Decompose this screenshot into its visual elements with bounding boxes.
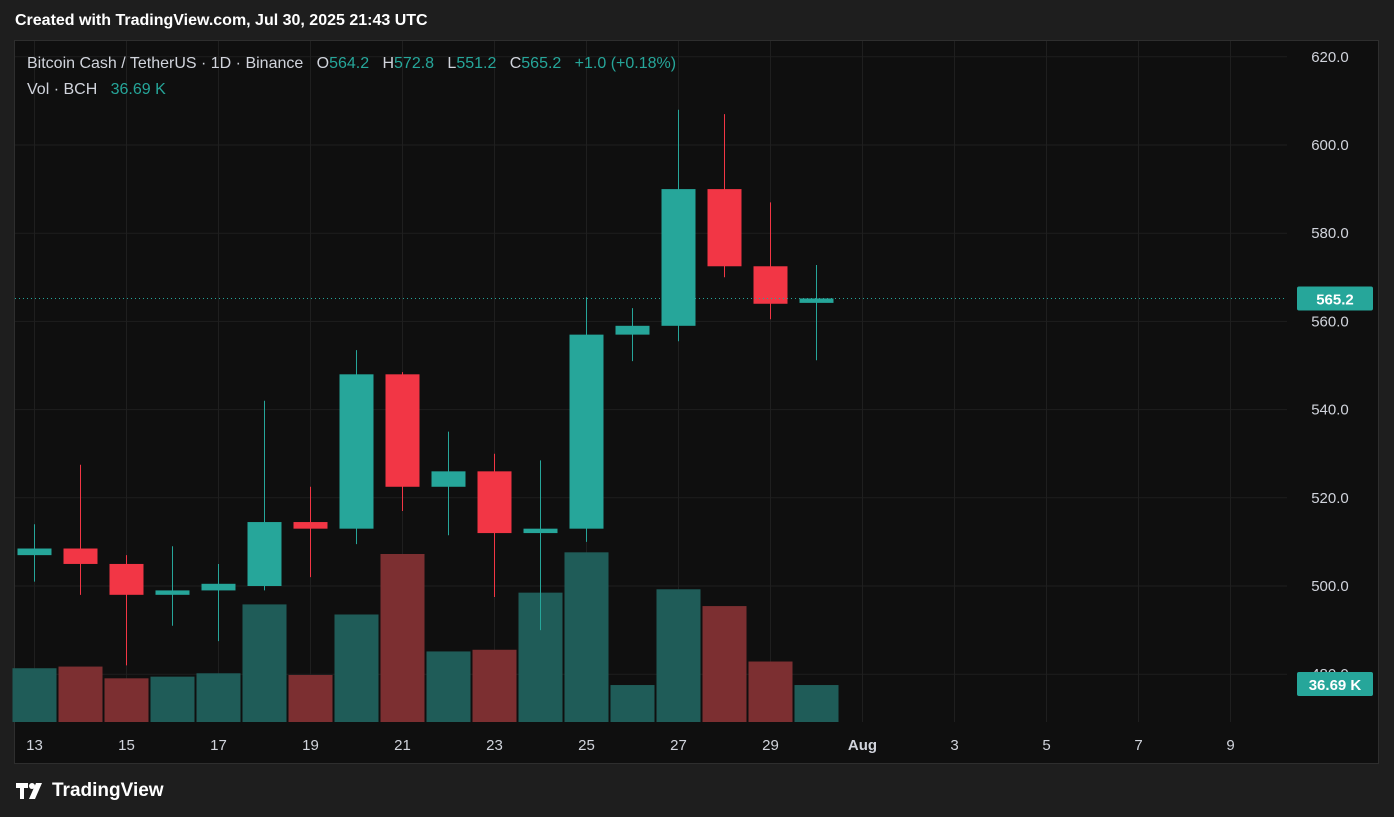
tradingview-brand[interactable]: TradingView bbox=[16, 780, 164, 802]
y-tick-label: 560.0 bbox=[1311, 313, 1349, 330]
candle bbox=[707, 114, 742, 278]
volume-bar bbox=[472, 649, 517, 722]
y-tick-label: 580.0 bbox=[1311, 225, 1349, 242]
volume-bar bbox=[426, 651, 471, 722]
candle-body bbox=[247, 522, 282, 586]
volume-bar bbox=[288, 674, 333, 722]
candle-body bbox=[293, 522, 328, 529]
last-price-badge: 565.2 bbox=[1297, 286, 1373, 311]
last-price-label: 565.2 bbox=[1316, 291, 1354, 308]
candle-body bbox=[799, 298, 834, 303]
candle-body bbox=[753, 266, 788, 304]
candle bbox=[339, 350, 374, 545]
volume-bar bbox=[564, 552, 609, 722]
x-tick-label: 29 bbox=[762, 737, 779, 754]
candle bbox=[63, 464, 98, 595]
candle-body bbox=[339, 374, 374, 529]
volume-bar bbox=[334, 614, 379, 722]
x-tick-label: 3 bbox=[950, 737, 958, 754]
candle-body bbox=[477, 471, 512, 534]
time-axis: 13 15 17 19 21 23 25 27 29 Aug 3 5 7 9 bbox=[26, 737, 1235, 754]
candle-body bbox=[707, 189, 742, 267]
volume-legend-row: Vol · BCH 36.69 K bbox=[27, 80, 676, 106]
x-tick-label: 17 bbox=[210, 737, 227, 754]
x-tick-label: 15 bbox=[118, 737, 135, 754]
x-tick-label: 27 bbox=[670, 737, 687, 754]
candle bbox=[247, 400, 282, 591]
candle bbox=[615, 308, 650, 362]
open-value: 564.2 bbox=[329, 55, 370, 72]
candle-body bbox=[385, 374, 420, 487]
candle-body bbox=[109, 563, 144, 595]
x-tick-label: 13 bbox=[26, 737, 43, 754]
low-value: 551.2 bbox=[456, 55, 497, 72]
candle-body bbox=[615, 325, 650, 335]
price-axis: 620.0600.0580.0560.0540.0520.0500.0480.0 bbox=[1311, 49, 1349, 683]
y-tick-label: 540.0 bbox=[1311, 402, 1349, 419]
y-tick-label: 620.0 bbox=[1311, 49, 1349, 66]
x-tick-label: 21 bbox=[394, 737, 411, 754]
volume-badge: 36.69 K bbox=[1297, 672, 1373, 696]
volume-bar bbox=[748, 661, 793, 722]
brand-name: TradingView bbox=[52, 780, 164, 801]
volume-bar bbox=[610, 685, 655, 722]
x-tick-label: 25 bbox=[578, 737, 595, 754]
candle bbox=[431, 431, 466, 536]
volume-label: 36.69 K bbox=[1309, 677, 1362, 694]
close-value: 565.2 bbox=[521, 55, 562, 72]
candle bbox=[17, 524, 52, 582]
candle bbox=[753, 202, 788, 320]
open-label: O bbox=[316, 55, 330, 72]
candlestick-chart[interactable]: 620.0600.0580.0560.0540.0520.0500.0480.0… bbox=[0, 0, 1394, 817]
volume-legend-label[interactable]: Vol · BCH bbox=[27, 81, 97, 98]
candle-body bbox=[155, 590, 190, 595]
candle-body bbox=[17, 548, 52, 556]
volume-bar bbox=[12, 668, 57, 722]
candle bbox=[661, 109, 696, 342]
volume-bar bbox=[104, 678, 149, 722]
candle-body bbox=[569, 334, 604, 529]
volume-legend-value: 36.69 K bbox=[110, 81, 166, 98]
volume-bar bbox=[150, 676, 195, 722]
candle-body bbox=[63, 548, 98, 564]
volume-bar bbox=[656, 589, 701, 722]
volume-bar bbox=[702, 606, 747, 722]
symbol-name[interactable]: Bitcoin Cash / TetherUS · 1D · Binance bbox=[27, 55, 303, 72]
candle bbox=[799, 264, 834, 361]
low-label: L bbox=[447, 55, 457, 72]
tradingview-logo-icon bbox=[16, 783, 42, 799]
x-tick-label: 19 bbox=[302, 737, 319, 754]
x-tick-label: 23 bbox=[486, 737, 503, 754]
x-tick-label: Aug bbox=[848, 737, 877, 754]
y-tick-label: 500.0 bbox=[1311, 578, 1349, 595]
y-tick-label: 520.0 bbox=[1311, 490, 1349, 507]
candle bbox=[201, 563, 236, 642]
candles bbox=[17, 109, 834, 666]
volume-bar bbox=[58, 666, 103, 722]
y-tick-label: 600.0 bbox=[1311, 137, 1349, 154]
high-label: H bbox=[382, 55, 395, 72]
candle-body bbox=[661, 189, 696, 326]
volume-bar bbox=[794, 685, 839, 722]
candle-body bbox=[523, 528, 558, 534]
x-tick-label: 7 bbox=[1134, 737, 1142, 754]
volume-bar bbox=[242, 604, 287, 722]
candle bbox=[109, 555, 144, 666]
candle-body bbox=[201, 583, 236, 591]
candle bbox=[569, 297, 604, 542]
x-tick-label: 9 bbox=[1226, 737, 1234, 754]
change-value: +1.0 (+0.18%) bbox=[574, 55, 677, 72]
chart-legend: Bitcoin Cash / TetherUS · 1D · Binance O… bbox=[27, 54, 676, 106]
volume-bar bbox=[196, 673, 241, 722]
x-tick-label: 5 bbox=[1042, 737, 1050, 754]
candle-body bbox=[431, 471, 466, 487]
candle bbox=[385, 372, 420, 512]
grid-lines bbox=[15, 41, 1287, 722]
high-value: 572.8 bbox=[394, 55, 435, 72]
candle bbox=[293, 486, 328, 578]
candle bbox=[477, 453, 512, 598]
ohlc-legend-row: Bitcoin Cash / TetherUS · 1D · Binance O… bbox=[27, 54, 676, 80]
volume-bar bbox=[380, 554, 425, 722]
close-label: C bbox=[509, 55, 522, 72]
